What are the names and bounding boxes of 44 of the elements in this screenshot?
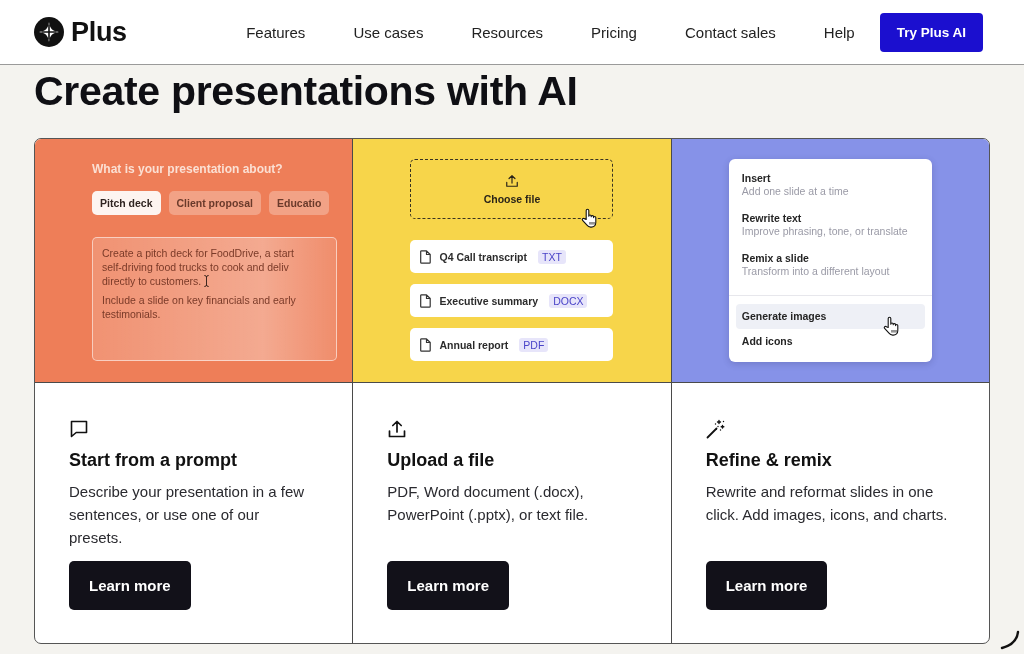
- nav-link[interactable]: Help: [823, 23, 855, 41]
- cta-button[interactable]: Try Plus AI: [879, 12, 983, 52]
- feature-title: Start from a prompt: [69, 449, 238, 471]
- preset-chip[interactable]: Client proposal: [168, 191, 261, 215]
- menu-item[interactable]: Insert Add one slide at a time: [735, 165, 925, 205]
- nav-link[interactable]: Pricing: [591, 23, 637, 41]
- file-type-tag: PDF: [519, 337, 549, 352]
- preset-chip[interactable]: Educatio: [268, 191, 330, 215]
- chat-bubble-icon: [69, 419, 89, 439]
- learn-more-button[interactable]: Learn more: [69, 561, 191, 610]
- upload-icon: [387, 419, 408, 439]
- file-icon: [420, 337, 432, 352]
- learn-more-button[interactable]: Learn more: [387, 561, 510, 610]
- file-name: Q4 Call transcript: [439, 250, 527, 263]
- nav-link[interactable]: Resources: [471, 23, 544, 41]
- menu-item[interactable]: Rewrite text Improve phrasing, tone, or translate: [735, 205, 925, 245]
- prompt-field[interactable]: Create a pitch deck for FoodDrive, a start self-driving food trucks to cook and deliv directly to customers. Include a slide on key financials and early testimonials.: [92, 237, 337, 361]
- hand-cursor-icon: [581, 208, 598, 228]
- menu-item[interactable]: Add icons: [735, 329, 925, 354]
- learn-more-button[interactable]: Learn more: [705, 561, 828, 610]
- hand-cursor-icon: [882, 316, 899, 336]
- logo-icon[interactable]: [34, 17, 64, 47]
- file-name: Annual report: [439, 338, 509, 351]
- file-type-tag: TXT: [538, 249, 566, 264]
- nav-link[interactable]: Use cases: [353, 23, 424, 41]
- file-type-tag: DOCX: [549, 293, 588, 308]
- page-heading: Create presentations with AI: [34, 68, 579, 115]
- nav-link[interactable]: Features: [246, 23, 306, 41]
- feature-description: Describe your presentation in a few sentences, or use one of our presets.: [69, 482, 306, 548]
- upload-icon: [505, 173, 519, 188]
- nav-link[interactable]: Contact sales: [684, 23, 776, 41]
- file-icon: [420, 249, 432, 264]
- menu-item[interactable]: Remix a slide Transform into a different layout: [735, 245, 925, 285]
- logo-text[interactable]: Plus: [71, 16, 127, 48]
- file-icon: [420, 293, 432, 308]
- arc-icon: [1000, 630, 1020, 650]
- file-name: Executive summary: [439, 294, 539, 307]
- feature-description: Rewrite and reformat slides in one click. Add images, icons, and charts.: [705, 482, 949, 525]
- magic-wand-icon: [705, 419, 726, 439]
- feature-title: Upload a file: [387, 449, 496, 471]
- feature-title: Refine & remix: [705, 449, 833, 471]
- feature-description: PDF, Word document (.docx), PowerPoint (.pptx), or text file.: [387, 482, 590, 525]
- prompt-question: What is your presentation about?: [92, 162, 284, 177]
- preset-chip[interactable]: Pitch deck: [92, 191, 161, 215]
